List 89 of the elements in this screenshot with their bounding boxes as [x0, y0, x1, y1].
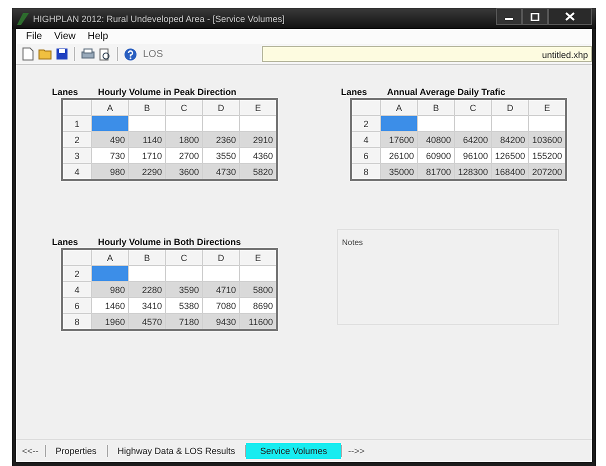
row-header: 1 [62, 116, 92, 132]
file-name-field: untitled.xhp [262, 46, 592, 62]
row-header: 4 [62, 164, 92, 180]
table-cell[interactable]: 7180 [166, 314, 202, 330]
table-cell[interactable]: 5800 [240, 282, 277, 298]
table-cell[interactable]: 4730 [202, 164, 240, 180]
notes-label: Notes [342, 238, 363, 247]
column-header: B [128, 249, 166, 266]
scroll-tab-button[interactable]: <<-- [16, 443, 45, 459]
los-button[interactable]: LOS [141, 48, 166, 60]
row-header: 8 [351, 164, 380, 180]
row-header: 2 [351, 116, 380, 132]
close-button[interactable] [548, 8, 592, 25]
help-icon[interactable] [124, 48, 137, 60]
table-cell[interactable]: 3600 [166, 164, 202, 180]
column-header: C [166, 99, 202, 116]
menu-item[interactable]: File [20, 31, 48, 42]
column-header: B [418, 99, 454, 116]
column-header: A [92, 99, 128, 116]
table-cell[interactable]: 980 [92, 282, 128, 298]
table-cell[interactable]: 4710 [202, 282, 240, 298]
menu-item[interactable]: View [48, 31, 82, 42]
maximize-icon [530, 12, 540, 20]
row-header: 3 [62, 148, 92, 164]
table-cell[interactable]: 3590 [166, 282, 202, 298]
folder-icon[interactable] [38, 48, 52, 60]
table-cell[interactable]: 5820 [240, 164, 277, 180]
lanes-label: Lanes [52, 236, 80, 246]
scroll-tab-button[interactable]: -->> [342, 443, 371, 459]
printer-icon[interactable] [81, 48, 95, 60]
table-cell[interactable]: 2360 [202, 132, 240, 148]
column-header: D [202, 99, 240, 116]
table-cell[interactable]: 84200 [492, 132, 529, 148]
table-cell[interactable] [92, 266, 128, 282]
row-header: 2 [62, 132, 92, 148]
column-header: C [166, 249, 202, 266]
sheet-tab[interactable]: Highway Data & LOS Results [108, 443, 246, 459]
sheet-tab[interactable]: Service Volumes [246, 443, 342, 459]
maximize-button[interactable] [522, 8, 548, 25]
column-header: A [92, 249, 128, 266]
column-header: D [202, 249, 240, 266]
table-title: Hourly Volume in Both Directions [98, 236, 241, 246]
table-cell[interactable]: 4570 [128, 314, 166, 330]
column-header: E [240, 249, 277, 266]
row-header: 6 [351, 148, 380, 164]
lanes-label: Lanes [52, 86, 80, 96]
row-header: 8 [62, 314, 92, 330]
table-cell[interactable]: 128300 [454, 164, 492, 180]
row-header: 4 [62, 282, 92, 298]
app-logo-icon [16, 12, 30, 26]
column-header: E [240, 99, 277, 116]
column-header: A [380, 99, 418, 116]
new-file-icon[interactable] [22, 47, 34, 61]
table-cell[interactable]: 980 [92, 164, 128, 180]
table-cell[interactable]: 2910 [240, 132, 277, 148]
close-icon [565, 12, 575, 21]
table-cell[interactable]: 2280 [128, 282, 166, 298]
table-title: Hourly Volume in Peak Direction [98, 86, 236, 96]
column-header: C [454, 99, 492, 116]
column-header: E [528, 99, 566, 116]
table-cell[interactable] [380, 116, 418, 132]
table-cell[interactable]: 35000 [380, 164, 418, 180]
table-cell[interactable]: 11600 [240, 314, 277, 330]
table-cell[interactable]: 207200 [528, 164, 566, 180]
row-header: 6 [62, 298, 92, 314]
lanes-label: Lanes [341, 86, 368, 96]
column-header: D [492, 99, 529, 116]
table-cell[interactable]: 40800 [418, 132, 454, 148]
table-cell[interactable]: 17600 [380, 132, 418, 148]
table-cell[interactable] [92, 116, 128, 132]
table-cell[interactable]: 2290 [128, 164, 166, 180]
window-title: HIGHPLAN 2012: Rural Undeveloped Area - [Service Volumes] [33, 14, 285, 24]
table-cell[interactable]: 1140 [128, 132, 166, 148]
print-preview-icon[interactable] [99, 48, 111, 60]
column-header: B [128, 99, 166, 116]
minimize-button[interactable] [496, 8, 522, 25]
table-cell[interactable]: 168400 [492, 164, 529, 180]
row-header: 2 [62, 266, 92, 282]
table-cell[interactable]: 81700 [418, 164, 454, 180]
table-cell[interactable]: 103600 [528, 132, 566, 148]
table-cell[interactable]: 1800 [166, 132, 202, 148]
table-title: Annual Average Daily Trafic [387, 86, 506, 96]
table-cell[interactable]: 9430 [202, 314, 240, 330]
sheet-tab[interactable]: Properties [46, 443, 107, 459]
table-cell[interactable]: 490 [92, 132, 128, 148]
table-cell[interactable]: 1960 [92, 314, 128, 330]
menu-item[interactable]: Help [82, 31, 114, 42]
row-header: 4 [351, 132, 380, 148]
table-cell[interactable]: 64200 [454, 132, 492, 148]
